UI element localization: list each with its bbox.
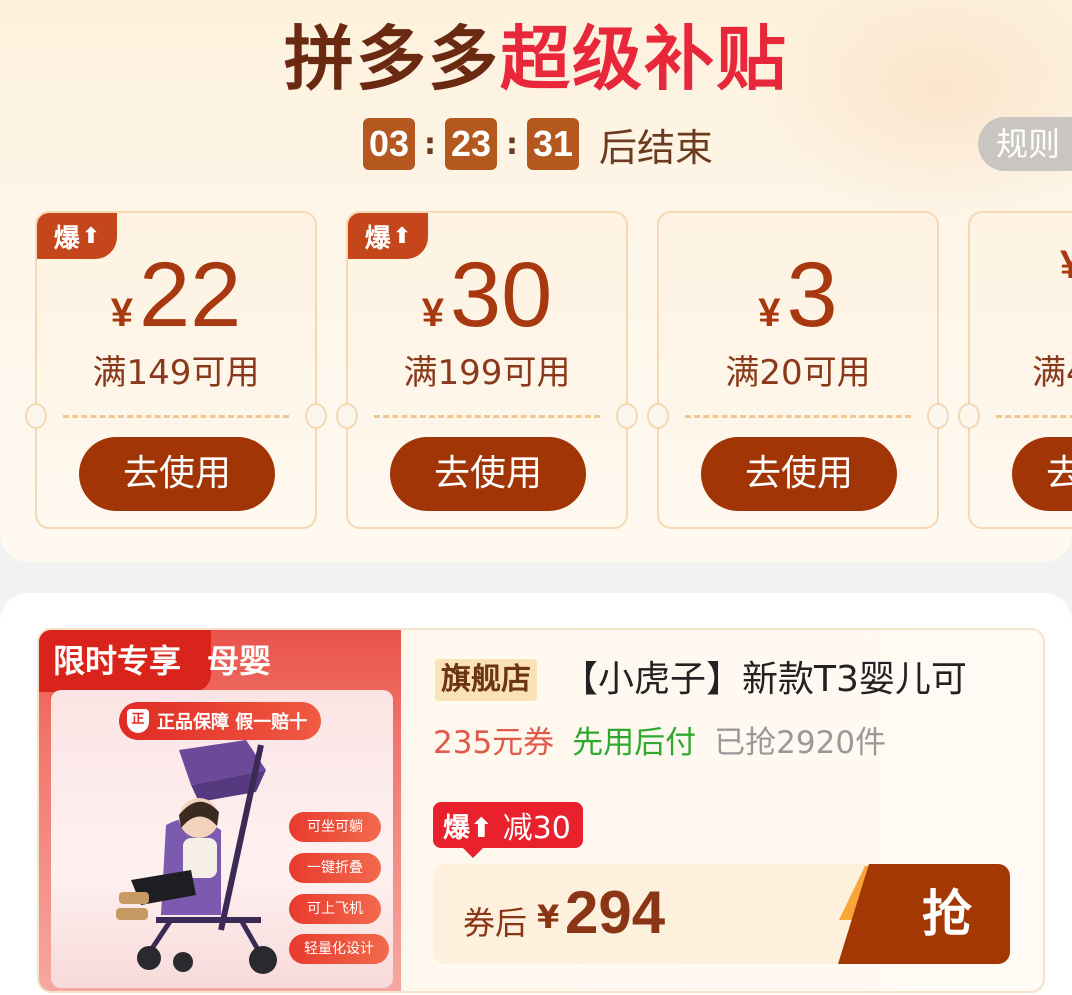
pay-later-label: 先用后付 [572,725,697,761]
hot-badge-label: 爆⬆ [443,812,493,844]
up-arrow-icon: ⬆ [470,812,493,844]
price-bar[interactable]: 券后 ¥ 294 抢 [433,864,1010,964]
coupon-condition: 满199可用 [403,353,571,393]
product-image[interactable]: 限时专享 母婴 正 正品保障 假一赔十 可坐可躺 一键折叠 可上飞机 轻量化设计 [39,630,401,991]
rules-button[interactable]: 规则 [978,117,1072,171]
use-coupon-button[interactable]: 去使用 [701,437,897,511]
coupon-value: 22 [138,244,242,346]
feature-tag: 一键折叠 [289,853,381,883]
coupon-card[interactable]: 爆 ⬆ ¥30 满199可用 去使用 [336,211,638,529]
currency-symbol: ¥ [421,291,444,335]
ticket-notch [25,403,47,429]
coupon-value-text: 235元券 [433,725,555,761]
countdown-separator: : [506,126,518,162]
use-coupon-button[interactable]: 去 [1012,437,1072,511]
countdown-timer: 03 : 23 : 31 后结束 [363,117,713,171]
ticket-notch [647,403,669,429]
coupon-amount: ¥3 [659,243,937,348]
title-brand: 拼多多 [284,18,500,100]
coupon-amount: ¥ [1060,243,1072,288]
discount-text: 减30 [502,811,571,846]
page-title: 拼多多超级补贴 [0,14,1072,104]
coupon-divider [374,415,600,418]
discount-tag: 爆⬆ 减30 [433,802,583,858]
countdown-separator: : [424,126,436,162]
ticket-notch [305,403,327,429]
product-photo: 正 正品保障 假一赔十 可坐可躺 一键折叠 可上飞机 轻量化设计 [51,690,393,988]
flagship-store-badge: 旗舰店 [435,659,537,701]
countdown-suffix: 后结束 [599,125,714,170]
currency-symbol: ¥ [758,291,781,335]
coupon-divider [685,415,911,418]
coupon-card[interactable]: ¥ 满4 去 [958,211,1072,529]
feature-tag: 可上飞机 [289,894,381,924]
price-label: 券后 [463,904,528,942]
use-coupon-button[interactable]: 去使用 [79,437,275,511]
countdown-seconds: 31 [527,118,579,170]
ticket-notch [336,403,358,429]
limited-offer-tag: 限时专享 [39,630,211,692]
feature-tag: 可坐可躺 [289,812,381,842]
coupon-value: 30 [449,244,553,346]
coupon-condition: 满149可用 [92,353,260,393]
countdown-minutes: 23 [445,118,497,170]
use-coupon-button[interactable]: 去使用 [390,437,586,511]
stroller-illustration [116,740,277,974]
coupon-condition: 满20可用 [725,353,871,393]
coupon-condition: 满4 [1032,353,1072,393]
coupon-divider [996,415,1072,418]
final-price: 294 [565,879,666,946]
currency-symbol: ¥ [1060,243,1072,287]
ticket-notch [616,403,638,429]
ticket-notch [958,403,980,429]
product-title[interactable]: 【小虎子】新款T3婴儿可 [562,655,967,705]
coupon-value: 3 [786,244,838,346]
coupon-divider [63,415,289,418]
currency-symbol: ¥ [537,898,560,936]
ticket-notch [927,403,949,429]
title-highlight: 超级补贴 [500,18,788,100]
product-meta: 235元券 先用后付 已抢2920件 [433,720,886,766]
coupon-card[interactable]: 爆 ⬆ ¥22 满149可用 去使用 [25,211,327,529]
currency-symbol: ¥ [110,291,133,335]
category-tag: 母婴 [207,642,272,680]
super-subsidy-panel: 拼多多超级补贴 03 : 23 : 31 后结束 规则 爆 ⬆ ¥22 满149可… [0,0,1072,562]
coupon-amount: ¥30 [348,243,626,348]
coupon-amount: ¥22 [37,243,315,348]
feature-tag: 轻量化设计 [289,934,389,964]
coupon-card[interactable]: ¥3 满20可用 去使用 [647,211,949,529]
sold-count: 已抢2920件 [714,725,887,761]
countdown-hours: 03 [363,118,415,170]
